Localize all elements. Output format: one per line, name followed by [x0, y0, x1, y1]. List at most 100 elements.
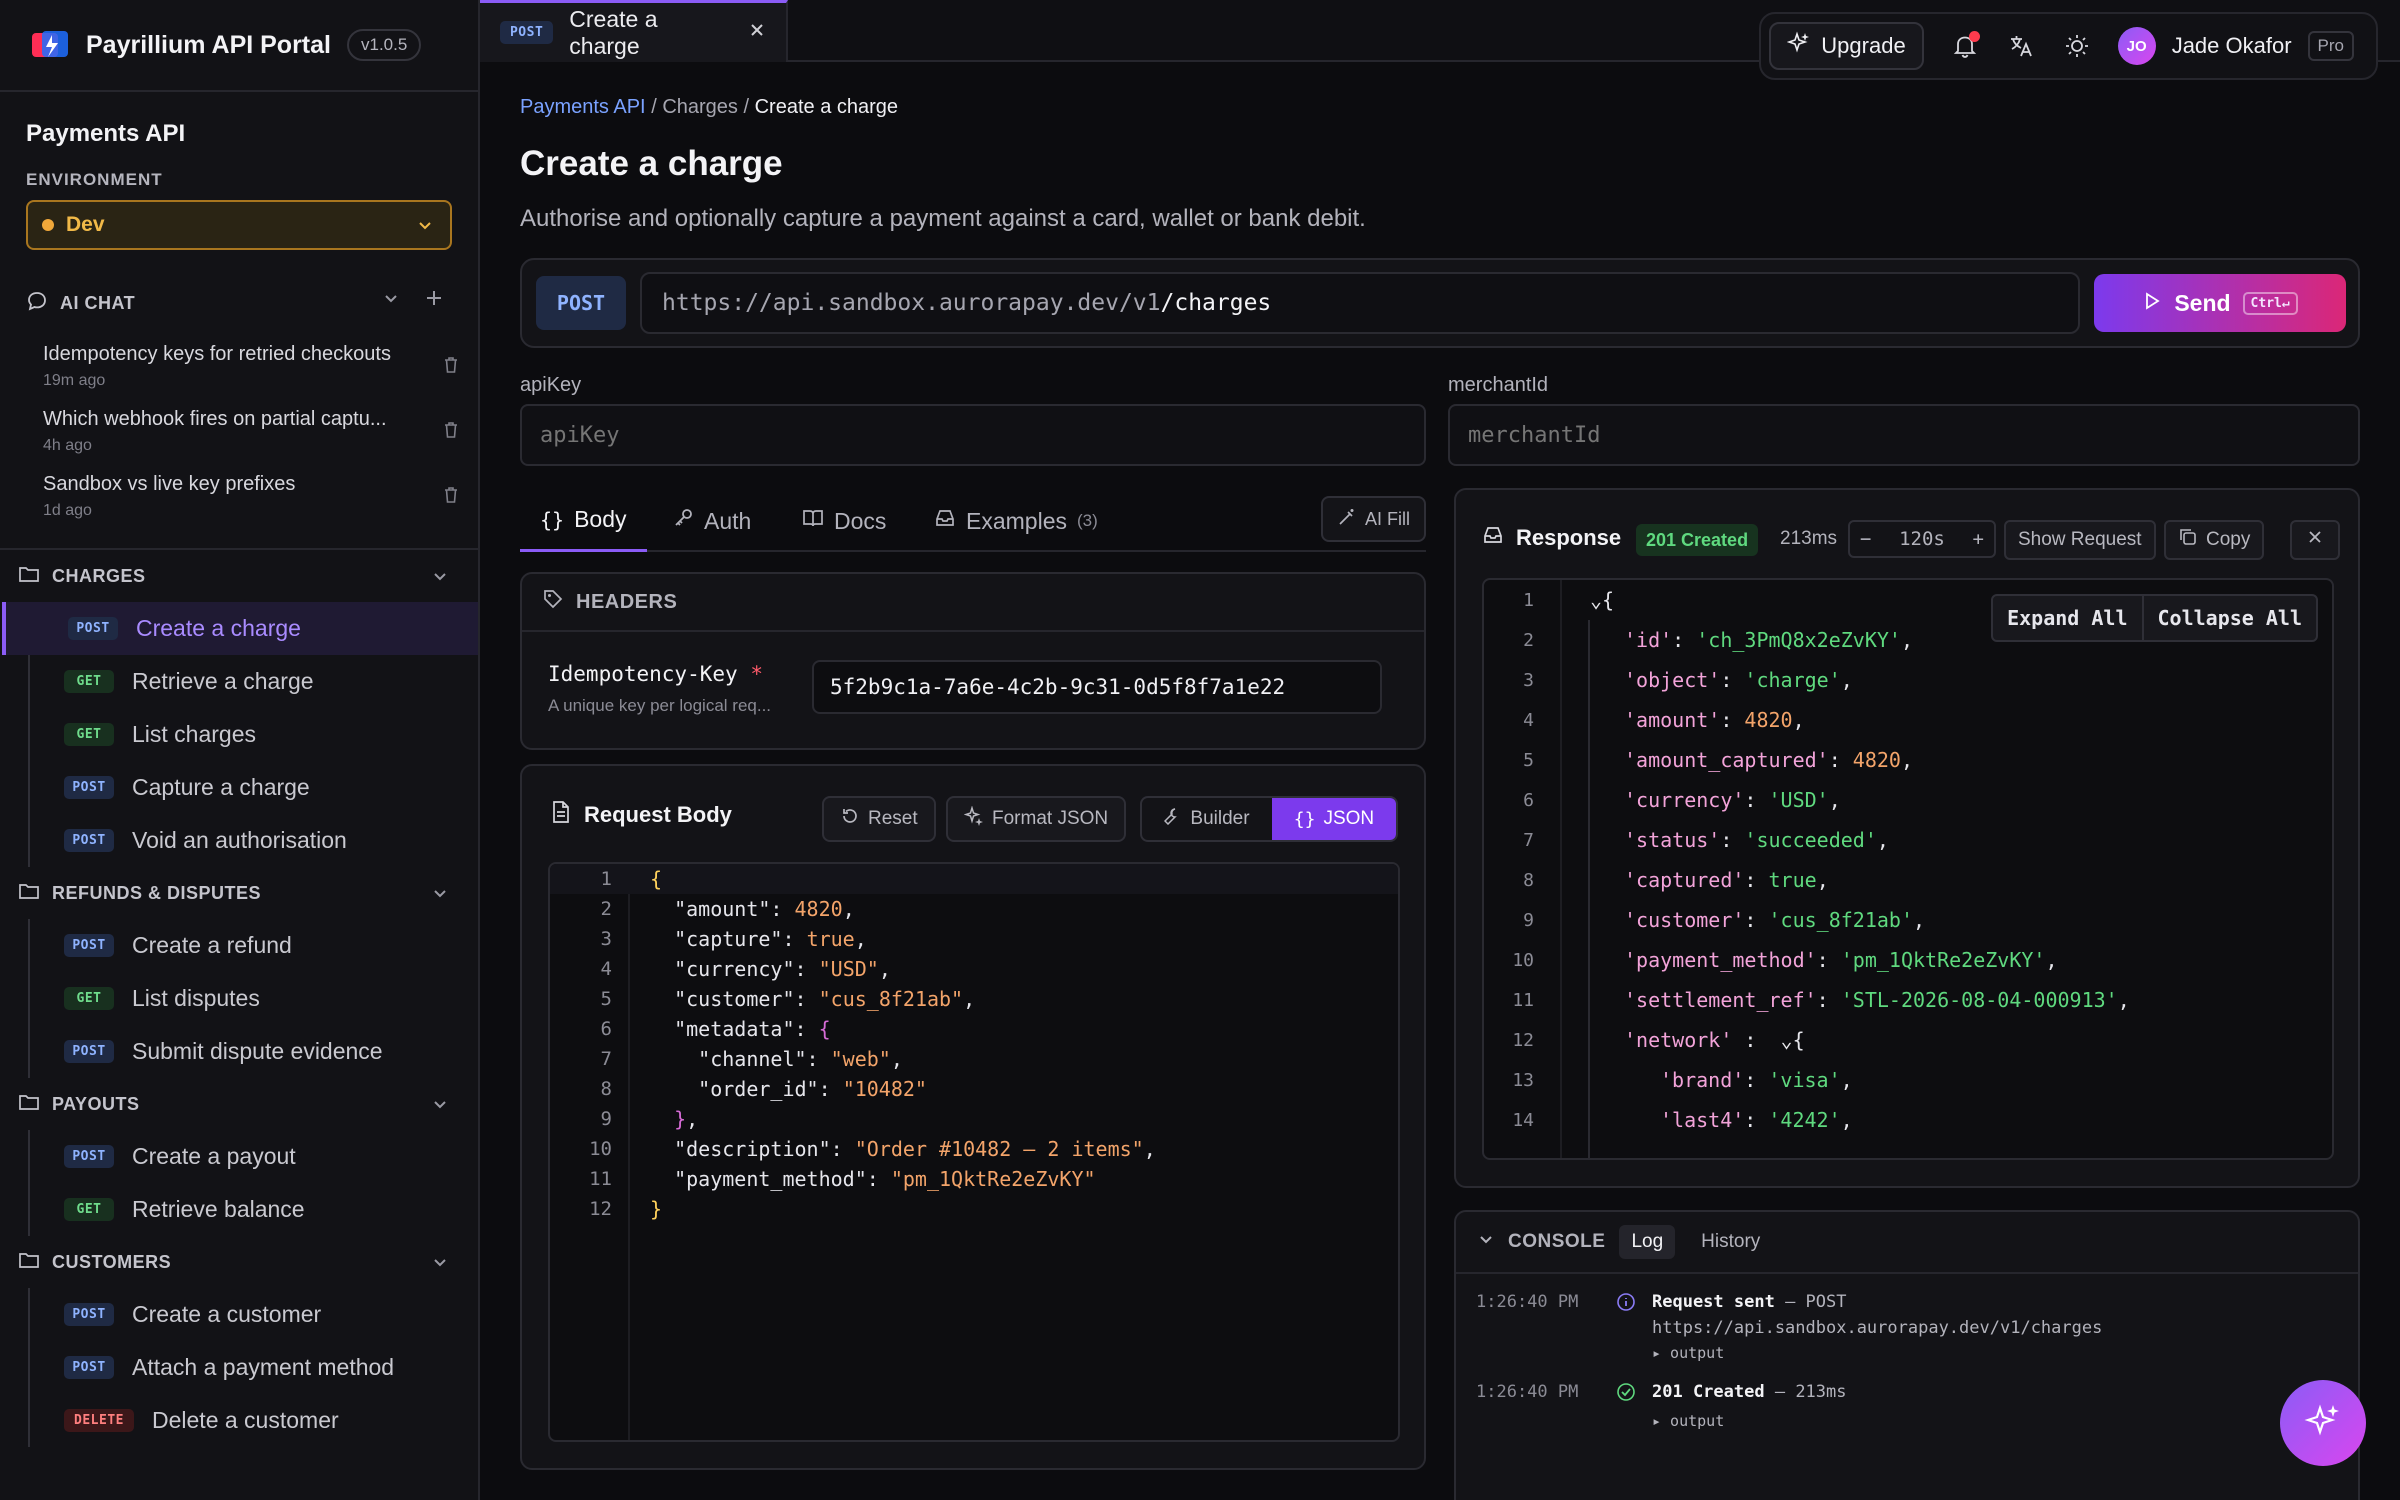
breadcrumb-current: Create a charge	[754, 96, 899, 118]
log-time: 1:26:40 PM	[1476, 1382, 1579, 1402]
upgrade-button[interactable]: Upgrade	[1769, 22, 1924, 70]
chevron-down-icon[interactable]	[1478, 1231, 1494, 1253]
sidebar-item[interactable]: GET Retrieve balance	[30, 1183, 478, 1236]
chat-item[interactable]: Which webhook fires on partial captu... …	[0, 400, 478, 465]
group-header-3[interactable]: CUSTOMERS	[0, 1236, 478, 1288]
method-badge: GET	[64, 670, 114, 693]
trash-icon[interactable]	[442, 420, 460, 445]
avatar[interactable]: JO	[2117, 27, 2156, 65]
sidebar-item[interactable]: GET List charges	[30, 708, 478, 761]
chevron-down-icon[interactable]	[382, 289, 400, 312]
console-tab-history[interactable]: History	[1689, 1225, 1772, 1259]
examples-count: (3)	[1076, 511, 1098, 530]
copy-button[interactable]: Copy	[2164, 520, 2265, 560]
apikey-input[interactable]	[520, 404, 1426, 466]
group-title: CHARGES	[52, 565, 146, 586]
timeout-stepper: − 120s +	[1848, 520, 1996, 558]
tab-docs[interactable]: Docs	[802, 490, 886, 552]
method-selector[interactable]: POST	[536, 276, 626, 330]
breadcrumb: Payments API / Charges / Create a charge	[520, 96, 898, 119]
sidebar-item-label: Retrieve balance	[132, 1196, 305, 1222]
sidebar-item-label: List disputes	[132, 985, 260, 1011]
environment-select[interactable]: Dev	[26, 200, 452, 250]
group-title: REFUNDS & DISPUTES	[52, 882, 262, 903]
endpoint-group: PAYOUTS POST Create a payout GET Retrieve ba…	[0, 1078, 478, 1236]
url-base: https://api.sandbox.aurorapay.dev/v1	[662, 290, 1161, 316]
ai-assistant-fab[interactable]	[2280, 1380, 2366, 1466]
chevron-down-icon	[432, 885, 448, 906]
idempotency-key-input[interactable]: 5f2b9c1a-7a6e-4c2b-9c31-0d5f8f7a1e22	[812, 660, 1382, 714]
request-body-header: Request Body	[550, 800, 732, 830]
url-input[interactable]: https://api.sandbox.aurorapay.dev/v1/cha…	[640, 272, 2080, 334]
breadcrumb-mid[interactable]: Charges	[662, 96, 738, 118]
ai-fill-button[interactable]: AI Fill	[1321, 496, 1426, 542]
tab-body[interactable]: {} Body	[520, 490, 647, 552]
group-header-1[interactable]: REFUNDS & DISPUTES	[0, 867, 478, 919]
send-button[interactable]: Send Ctrl↵	[2094, 274, 2346, 332]
ai-chat-label: AI CHAT	[60, 293, 136, 313]
sidebar-item[interactable]: POST Submit dispute evidence	[30, 1025, 478, 1078]
sidebar-item[interactable]: GET List disputes	[30, 972, 478, 1025]
group-header-0[interactable]: CHARGES	[0, 550, 478, 602]
tab-examples[interactable]: Examples (3)	[934, 490, 1098, 552]
chat-title: Idempotency keys for retried checkouts	[43, 343, 391, 365]
translate-icon[interactable]	[2006, 31, 2036, 61]
sidebar-item-label: Create a payout	[132, 1143, 296, 1169]
sidebar-item-label: Create a refund	[132, 932, 292, 958]
timeout-value[interactable]: 120s	[1899, 528, 1945, 550]
sidebar-item[interactable]: POST Create a payout	[30, 1130, 478, 1183]
bell-icon[interactable]	[1950, 31, 1980, 61]
tag-icon	[542, 588, 564, 616]
builder-toggle[interactable]: Builder	[1142, 798, 1272, 840]
braces-icon: {}	[540, 507, 565, 532]
breadcrumb-root[interactable]: Payments API	[520, 96, 646, 118]
sidebar-item[interactable]: GET Retrieve a charge	[30, 655, 478, 708]
close-response-button[interactable]	[2290, 520, 2340, 560]
chat-item[interactable]: Sandbox vs live key prefixes 1d ago	[0, 465, 478, 530]
param-label-merchantid: merchantId	[1448, 374, 1549, 396]
plus-icon[interactable]	[424, 288, 444, 313]
ai-chat-header: AI CHAT	[0, 290, 478, 317]
close-icon[interactable]	[748, 21, 766, 44]
decrement-button[interactable]: −	[1860, 528, 1871, 550]
method-badge: POST	[500, 21, 554, 44]
send-shortcut: Ctrl↵	[2242, 291, 2298, 315]
request-subtabs: {} Body Auth Docs Examples (3) AI Fill	[520, 490, 1426, 552]
endpoint-group: CHARGES POST Create a charge GET Retrieve a …	[0, 550, 478, 867]
tab-create-a-charge[interactable]: POST Create a charge	[480, 0, 788, 62]
format-json-button[interactable]: Format JSON	[946, 796, 1127, 842]
environment-value: Dev	[66, 213, 105, 236]
console-tab-log[interactable]: Log	[1619, 1225, 1676, 1259]
sidebar-item[interactable]: POST Create a charge	[2, 602, 478, 655]
sidebar-item-label: Capture a charge	[132, 774, 310, 800]
method-badge: POST	[64, 776, 114, 799]
log-output-toggle[interactable]: ▸ output	[1652, 1412, 1847, 1430]
log-output-toggle[interactable]: ▸ output	[1652, 1344, 2102, 1362]
console-panel: CONSOLE Log History 1:26:40 PM Request s…	[1454, 1210, 2360, 1500]
tab-body-label: Body	[574, 506, 627, 532]
tab-auth[interactable]: Auth	[672, 490, 751, 552]
reset-button[interactable]: Reset	[822, 796, 936, 842]
sidebar-item[interactable]: POST Create a customer	[30, 1288, 478, 1341]
log-detail: — 213ms	[1774, 1382, 1847, 1402]
chevron-down-icon[interactable]: ⌄	[1781, 1028, 1793, 1052]
method-badge: POST	[64, 1356, 114, 1379]
sidebar-item[interactable]: DELETE Delete a customer	[30, 1394, 478, 1447]
increment-button[interactable]: +	[1973, 528, 1984, 550]
group-header-2[interactable]: PAYOUTS	[0, 1078, 478, 1130]
response-json-viewer[interactable]: Expand All Collapse All 1 ⌄{ 2'id': 'ch_3…	[1482, 578, 2334, 1160]
chevron-down-icon[interactable]: ⌄	[1590, 588, 1602, 612]
sidebar-item[interactable]: POST Attach a payment method	[30, 1341, 478, 1394]
user-name[interactable]: Jade Okafor	[2172, 33, 2292, 59]
merchantid-input[interactable]	[1448, 404, 2360, 466]
json-toggle[interactable]: {} JSON	[1271, 798, 1396, 840]
sidebar-item[interactable]: POST Create a refund	[30, 919, 478, 972]
trash-icon[interactable]	[442, 485, 460, 510]
sidebar-item[interactable]: POST Void an authorisation	[30, 814, 478, 867]
show-request-button[interactable]: Show Request	[2004, 520, 2156, 560]
sun-icon[interactable]	[2062, 31, 2092, 61]
json-editor[interactable]: 1{ 2 "amount": 4820, 3 "capture": true, …	[548, 862, 1400, 1442]
trash-icon[interactable]	[442, 355, 460, 380]
chat-item[interactable]: Idempotency keys for retried checkouts 1…	[0, 335, 478, 400]
sidebar-item[interactable]: POST Capture a charge	[30, 761, 478, 814]
